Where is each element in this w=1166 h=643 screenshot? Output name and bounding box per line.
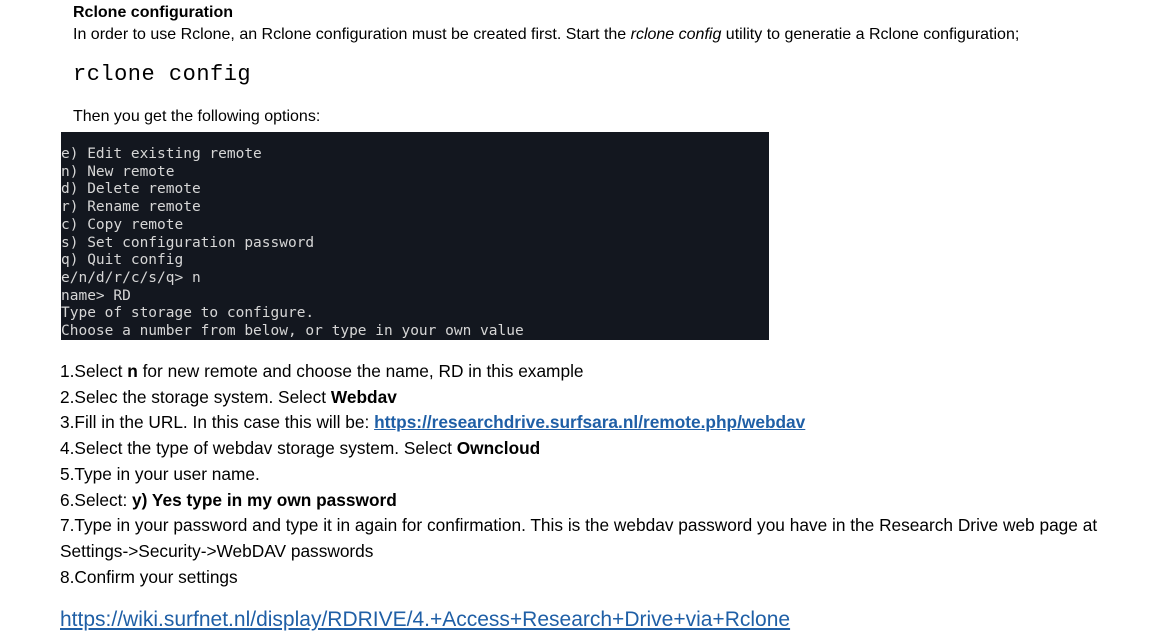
step-5-text: 5.Type in your user name. <box>60 463 260 484</box>
step-3: 3.Fill in the URL. In this case this wil… <box>60 410 1160 436</box>
step-1-rest: for new remote and choose the name, RD i… <box>137 361 584 381</box>
step-1-key: n <box>127 361 138 381</box>
section-heading: Rclone configuration <box>73 4 233 21</box>
terminal-line: Type of storage to configure. <box>61 305 315 322</box>
step-8: 8.Confirm your settings <box>60 565 1160 591</box>
step-6-option: y) Yes type in my own password <box>132 489 397 510</box>
intro-command-emphasis: rclone config <box>630 26 722 43</box>
terminal-line: s) Set configuration password <box>61 234 315 251</box>
step-4-text: 4.Select the type of webdav storage syst… <box>60 438 457 459</box>
terminal-output: e) Edit existing remote n) New remote d) D… <box>61 146 524 340</box>
step-1: 1.Select n for new remote and choose the… <box>60 359 1160 385</box>
step-1-text: 1.Select <box>60 361 128 381</box>
intro-text-before: In order to use Rclone, an Rclone config… <box>73 26 631 43</box>
step-6-text: 6.Select: <box>60 489 133 510</box>
steps-list: 1.Select n for new remote and choose the… <box>60 359 1160 590</box>
step-7-text: 7.Type in your password and type it in a… <box>60 515 1098 561</box>
terminal-line: e) Edit existing remote <box>61 146 262 162</box>
step-2-option: Webdav <box>330 386 397 407</box>
step-4: 4.Select the type of webdav storage syst… <box>60 436 1160 462</box>
terminal-line: n) New remote <box>61 163 175 180</box>
terminal-line: q) Quit config <box>61 252 184 269</box>
then-text: Then you get the following options: <box>73 108 321 125</box>
step-7: 7.Type in your password and type it in a… <box>60 513 1160 564</box>
step-5: 5.Type in your user name. <box>60 462 1160 488</box>
wiki-link[interactable]: https://wiki.surfnet.nl/display/RDRIVE/4… <box>60 606 790 634</box>
step-8-text: 8.Confirm your settings <box>60 566 238 587</box>
terminal-line: Choose a number from below, or type in y… <box>61 323 524 340</box>
terminal-line: r) Rename remote <box>61 199 201 216</box>
step-3-text: 3.Fill in the URL. In this case this wil… <box>60 412 375 433</box>
terminal-line: name> RD <box>61 287 131 304</box>
webdav-url-link[interactable]: https://researchdrive.surfsara.nl/remote… <box>374 412 805 432</box>
step-2-text: 2.Selec the storage system. Select <box>60 386 331 407</box>
command-example: rclone config <box>73 62 252 87</box>
intro-paragraph: In order to use Rclone, an Rclone config… <box>73 25 1019 45</box>
terminal-line: d) Delete remote <box>61 181 201 198</box>
step-2: 2.Selec the storage system. Select Webda… <box>60 385 1160 411</box>
terminal-line: c) Copy remote <box>61 216 184 233</box>
step-4-option: Owncloud <box>456 438 541 459</box>
step-6: 6.Select: y) Yes type in my own password <box>60 488 1160 514</box>
terminal-screenshot: e) Edit existing remote n) New remote d) D… <box>61 132 769 340</box>
terminal-line: e/n/d/r/c/s/q> n <box>61 269 201 286</box>
intro-text-after: utility to generatie a Rclone configurat… <box>721 26 1020 43</box>
